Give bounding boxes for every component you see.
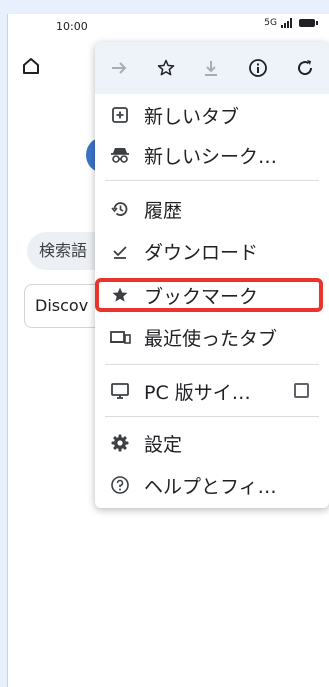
forward-button[interactable]	[107, 56, 131, 80]
menu-toolbar	[95, 42, 329, 94]
menu-item-label: 設定	[144, 433, 183, 456]
menu-item-desktop-site[interactable]: PC 版サイ…	[95, 370, 329, 412]
signal-icon	[281, 18, 292, 28]
history-icon	[109, 198, 131, 220]
overflow-menu: 新しいタブ 新しいシーク… 履歴 ダウンロード ブックマーク 最近使ったタブ P…	[95, 42, 329, 508]
menu-item-history[interactable]: 履歴	[95, 188, 329, 230]
menu-item-settings[interactable]: 設定	[95, 422, 329, 464]
status-bar: 10:00 5G	[0, 0, 329, 40]
signal-text: 5G	[264, 18, 277, 28]
reload-icon	[298, 60, 313, 76]
menu-divider	[105, 416, 319, 417]
menu-item-label: 最近使ったタブ	[144, 327, 278, 350]
help-icon	[109, 474, 131, 496]
menu-item-new-tab[interactable]: 新しいタブ	[95, 94, 329, 136]
recent-tabs-icon	[109, 326, 131, 348]
info-icon	[249, 59, 267, 77]
highlight-box	[95, 278, 323, 312]
bookmark-star-icon	[157, 59, 175, 76]
download-icon	[205, 61, 217, 76]
desktop-site-checkbox[interactable]	[294, 383, 309, 398]
battery-icon	[299, 19, 318, 27]
menu-item-label: PC 版サイ…	[144, 381, 251, 404]
new-tab-icon	[109, 104, 131, 126]
home-button[interactable]	[20, 55, 42, 77]
menu-divider	[105, 364, 319, 365]
status-icons: 5G	[264, 18, 318, 28]
menu-item-label: ダウンロード	[144, 241, 259, 264]
home-icon	[23, 58, 39, 74]
reload-button[interactable]	[293, 56, 317, 80]
screen: 10:00 5G 検索語 Discov 新しいタブ 新しいシーク… 履歴 ダウン…	[0, 0, 329, 687]
downloads-icon	[109, 240, 131, 262]
menu-item-label: 新しいタブ	[144, 105, 240, 128]
forward-icon	[112, 62, 127, 74]
menu-item-label: 新しいシーク…	[144, 145, 278, 168]
menu-item-label: 履歴	[144, 199, 183, 222]
desktop-icon	[109, 380, 131, 402]
menu-item-downloads[interactable]: ダウンロード	[95, 230, 329, 272]
download-page-button[interactable]	[199, 56, 223, 80]
menu-item-recent-tabs[interactable]: 最近使ったタブ	[95, 316, 329, 358]
incognito-icon	[109, 144, 131, 166]
bookmark-this-page-button[interactable]	[154, 56, 178, 80]
settings-gear-icon	[109, 432, 131, 454]
menu-divider	[105, 180, 319, 181]
page-info-button[interactable]	[246, 56, 270, 80]
menu-item-label: ヘルプとフィ…	[144, 475, 277, 498]
menu-item-new-incognito-tab[interactable]: 新しいシーク…	[95, 134, 329, 176]
status-time: 10:00	[56, 20, 88, 33]
menu-item-help-feedback[interactable]: ヘルプとフィ…	[95, 464, 329, 506]
